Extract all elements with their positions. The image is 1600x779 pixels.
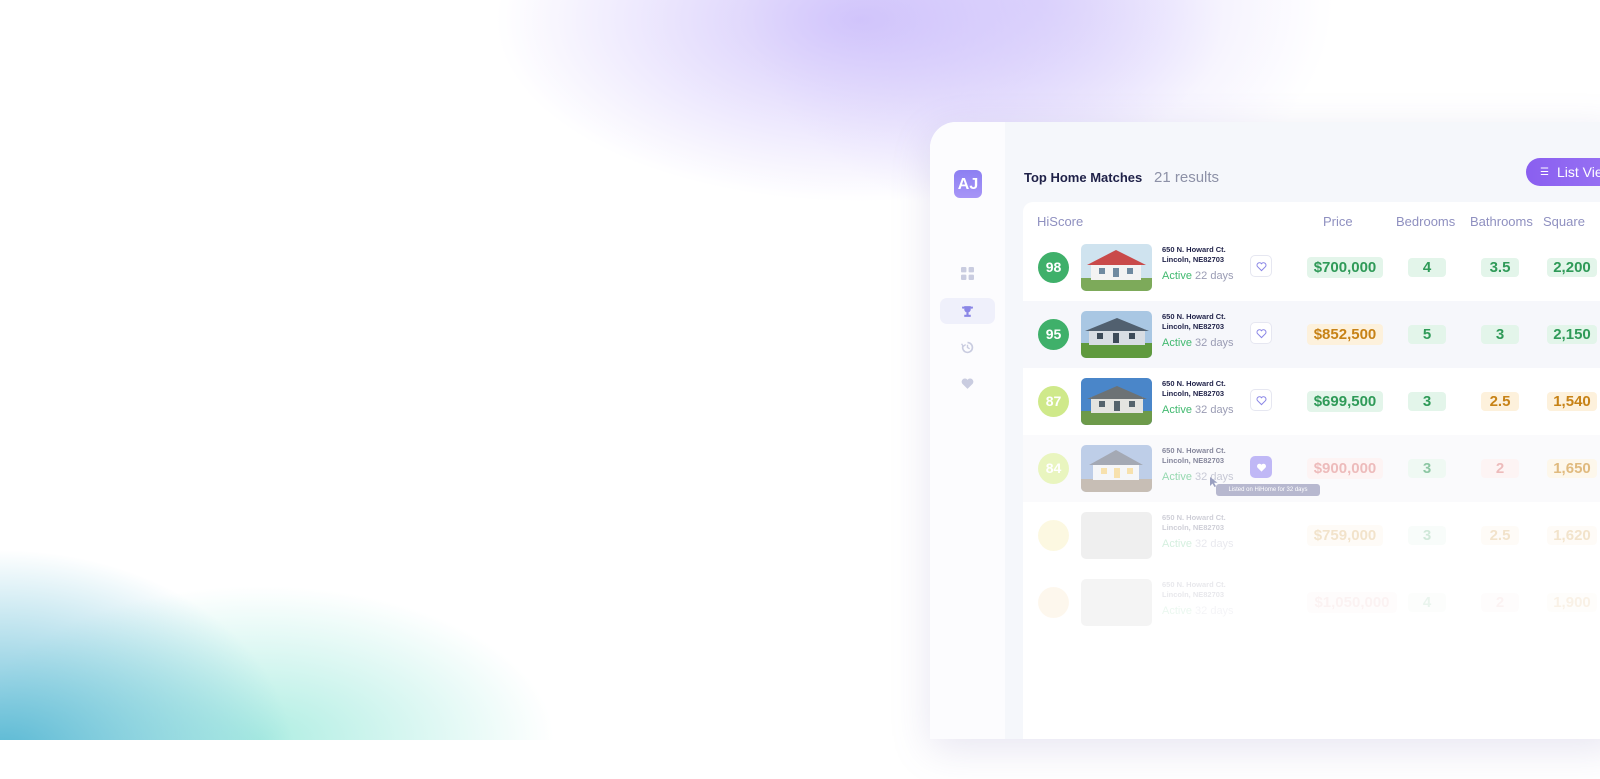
square-feet: 2,200 (1547, 258, 1597, 277)
listing-status: Active 22 days (1162, 270, 1234, 282)
hiscore-badge: 98 (1038, 252, 1069, 283)
price: $1,050,000 (1307, 592, 1397, 613)
price: $900,000 (1307, 458, 1383, 479)
square-feet: 1,900 (1547, 593, 1597, 612)
table-row[interactable]: 650 N. Howard Ct. Lincoln, NE82703 Active… (1023, 569, 1600, 636)
tooltip: Listed on HiHome for 32 days (1216, 484, 1320, 496)
bathrooms: 2.5 (1481, 526, 1519, 545)
price: $700,000 (1307, 257, 1383, 278)
heart-filled-icon (1256, 463, 1266, 472)
list-view-label: List View (1556, 164, 1600, 180)
list-view-button[interactable]: ☰ List View (1526, 158, 1600, 186)
avatar[interactable]: AJ (954, 170, 982, 198)
bathrooms: 2 (1481, 593, 1519, 612)
favorite-button[interactable] (1250, 322, 1272, 344)
address[interactable]: 650 N. Howard Ct. Lincoln, NE82703 (1162, 580, 1226, 600)
address[interactable]: 650 N. Howard Ct. Lincoln, NE82703 (1162, 312, 1226, 332)
sidebar: AJ (930, 122, 1005, 739)
sidebar-item-history[interactable] (940, 334, 995, 360)
hiscore-badge (1038, 520, 1069, 551)
favorite-button[interactable] (1250, 456, 1272, 478)
heart-icon (961, 378, 974, 389)
bathrooms: 2.5 (1481, 392, 1519, 411)
house-photo[interactable] (1081, 512, 1152, 559)
price: $759,000 (1307, 525, 1383, 546)
bathrooms: 2 (1481, 459, 1519, 478)
favorite-button[interactable] (1250, 389, 1272, 411)
listing-status: Active 32 days (1162, 471, 1234, 483)
sidebar-item-matches[interactable] (940, 298, 995, 324)
result-count: 21 results (1154, 169, 1220, 186)
listing-status: Active 32 days (1162, 404, 1234, 416)
bedrooms: 3 (1408, 459, 1446, 478)
table-row[interactable]: 650 N. Howard Ct. Lincoln, NE82703 Active… (1023, 502, 1600, 569)
app-window: AJ Top Home Matches 21 results ☰ List Vi… (930, 122, 1600, 739)
bedrooms: 5 (1408, 325, 1446, 344)
column-header-price[interactable]: Price (1323, 214, 1353, 229)
listing-status: Active 32 days (1162, 538, 1234, 550)
bedrooms: 3 (1408, 392, 1446, 411)
heart-outline-icon (1256, 395, 1266, 405)
column-header-square[interactable]: Square (1543, 214, 1585, 229)
matches-table: HiScore Price Bedrooms Bathrooms Square … (1023, 202, 1600, 739)
square-feet: 1,650 (1547, 459, 1597, 478)
house-photo[interactable] (1081, 445, 1152, 492)
bathrooms: 3.5 (1481, 258, 1519, 277)
price: $699,500 (1307, 391, 1383, 412)
address[interactable]: 650 N. Howard Ct. Lincoln, NE82703 (1162, 245, 1226, 265)
sidebar-item-dashboard[interactable] (940, 260, 995, 286)
square-feet: 1,540 (1547, 392, 1597, 411)
table-row[interactable]: 87 650 N. Howard Ct. Lincoln, NE82703 Act… (1023, 368, 1600, 435)
listing-status: Active 32 days (1162, 337, 1234, 349)
heart-outline-icon (1256, 261, 1266, 271)
page-title: Top Home Matches (1024, 170, 1143, 185)
address[interactable]: 650 N. Howard Ct. Lincoln, NE82703 (1162, 513, 1226, 533)
main-panel: Top Home Matches 21 results ☰ List View … (1005, 122, 1600, 739)
heart-outline-icon (1256, 328, 1266, 338)
trophy-icon (962, 305, 973, 317)
dashboard-grid-icon (961, 266, 974, 280)
house-photo[interactable] (1081, 378, 1152, 425)
house-photo[interactable] (1081, 311, 1152, 358)
address[interactable]: 650 N. Howard Ct. Lincoln, NE82703 (1162, 446, 1226, 466)
house-photo[interactable] (1081, 244, 1152, 291)
listing-status: Active 32 days (1162, 605, 1234, 617)
bedrooms: 3 (1408, 526, 1446, 545)
address[interactable]: 650 N. Howard Ct. Lincoln, NE82703 (1162, 379, 1226, 399)
table-row[interactable]: 95 650 N. Howard Ct. Lincoln, NE82703 Act… (1023, 301, 1600, 368)
column-header-bathrooms[interactable]: Bathrooms (1470, 214, 1533, 229)
bathrooms: 3 (1481, 325, 1519, 344)
list-icon: ☰ (1540, 166, 1549, 178)
bottom-strip (0, 740, 1600, 779)
hiscore-badge: 84 (1038, 453, 1069, 484)
bedrooms: 4 (1408, 258, 1446, 277)
history-icon (961, 341, 974, 353)
bedrooms: 4 (1408, 593, 1446, 612)
hiscore-badge (1038, 587, 1069, 618)
favorite-button[interactable] (1250, 255, 1272, 277)
square-feet: 2,150 (1547, 325, 1597, 344)
hiscore-badge: 87 (1038, 386, 1069, 417)
house-photo[interactable] (1081, 579, 1152, 626)
table-row[interactable]: 98 650 N. Howard Ct. Lincoln, NE82703 Act… (1023, 234, 1600, 301)
square-feet: 1,620 (1547, 526, 1597, 545)
hiscore-badge: 95 (1038, 319, 1069, 350)
sidebar-item-favorites[interactable] (940, 370, 995, 396)
column-header-hiscore[interactable]: HiScore (1037, 214, 1083, 229)
column-header-bedrooms[interactable]: Bedrooms (1396, 214, 1455, 229)
price: $852,500 (1307, 324, 1383, 345)
